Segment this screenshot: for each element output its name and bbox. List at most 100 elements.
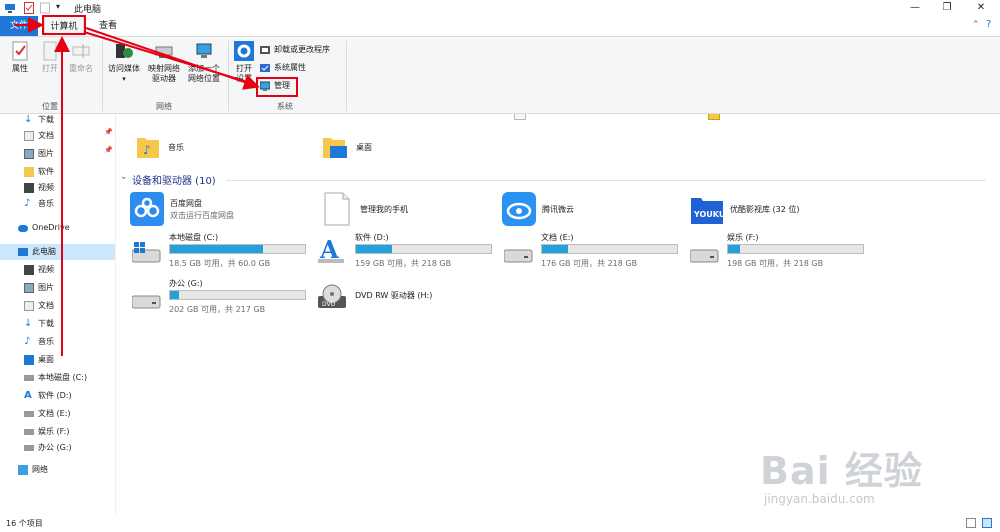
watermark-url: jingyan.baidu.com [764, 492, 875, 506]
section-header-devices: 设备和驱动器 (10) [132, 176, 216, 187]
section-divider [226, 180, 986, 181]
drive-usage-fill [728, 245, 741, 253]
gear-icon [234, 41, 254, 61]
open-label: 打开 [42, 64, 58, 73]
map-network-drive-button[interactable]: 映射网络 驱动器 [144, 41, 184, 84]
network-icon [18, 465, 28, 475]
drive-f[interactable]: 娱乐 (F:) 198 GB 可用，共 218 GB [689, 232, 890, 272]
drive-e[interactable]: 文档 (E:) 176 GB 可用，共 218 GB [503, 232, 704, 272]
desktop-folder-icon [322, 132, 347, 158]
open-button[interactable]: 打开 [38, 41, 62, 74]
location-group-label: 位置 [42, 102, 58, 111]
map-drive-label-line1: 映射网络 [148, 64, 180, 73]
youku-folder-icon: YOUKU [690, 192, 725, 226]
uninstall-label: 卸载或更改程序 [274, 45, 330, 54]
folder-desktop[interactable]: 桌面 [322, 132, 442, 162]
folder-music[interactable]: ♪ 音乐 [136, 132, 256, 162]
media-server-icon [114, 41, 134, 61]
quick-access-dropdown-icon[interactable]: ▾ [56, 2, 64, 14]
drive-g[interactable]: 办公 (G:) 202 GB 可用，共 217 GB [131, 278, 332, 318]
desktop-icon [24, 355, 34, 365]
nav-item-label: 视频 [38, 265, 54, 274]
open-icon [40, 41, 60, 61]
chevron-up-icon[interactable]: ⌃ [972, 20, 980, 30]
drive-label: DVD RW 驱动器 (H:) [355, 291, 433, 300]
folder-icon [24, 167, 34, 177]
properties-icon [10, 41, 30, 61]
help-icon[interactable]: ? [986, 19, 991, 30]
restore-button[interactable]: ❐ [932, 0, 962, 16]
close-button[interactable]: ✕ [966, 0, 996, 16]
app-name: 腾讯微云 [542, 205, 574, 214]
app-manage-phone[interactable]: 管理我的手机 [320, 192, 490, 228]
chevron-down-icon[interactable]: ⌄ [120, 172, 128, 182]
drive-usage-bar [169, 244, 306, 254]
nav-item-label: 图片 [38, 283, 54, 292]
nav-item-this-pc[interactable]: 此电脑 [0, 244, 115, 260]
system-group-label: 系统 [277, 102, 293, 111]
nav-item-label: 软件 [38, 167, 54, 176]
nav-item-label: 此电脑 [32, 247, 56, 256]
drive-icon [24, 375, 34, 381]
open-settings-button[interactable]: 打开 设置 [232, 41, 256, 84]
network-group-label: 网络 [156, 102, 172, 111]
window-title: 此电脑 [74, 5, 102, 15]
music-folder-icon: ♪ [136, 132, 160, 158]
software-drive-icon: A [318, 235, 348, 264]
drive-h[interactable]: DVD DVD RW 驱动器 (H:) [318, 284, 518, 324]
document-icon [24, 301, 34, 311]
download-icon: ↓ [24, 114, 33, 125]
drive-c[interactable]: 本地磁盘 (C:) 18.5 GB 可用，共 60.0 GB [131, 232, 332, 272]
picture-icon [24, 283, 34, 293]
properties-quick-icon[interactable] [24, 2, 34, 14]
drive-usage-bar [355, 244, 492, 254]
add-location-label-line1: 添加一个 [188, 64, 220, 73]
app-tencent-weiyun[interactable]: 腾讯微云 [502, 192, 672, 228]
svg-text:♪: ♪ [143, 143, 151, 157]
group-divider [228, 41, 229, 111]
ribbon: 属性 打开 重命名 位置 访问媒体 ▾ 映射网络 驱动器 添加一个 网络位置 网… [0, 36, 1000, 114]
document-icon [24, 131, 34, 141]
properties-button[interactable]: 属性 [6, 41, 34, 74]
pin-icon[interactable]: 📌 [104, 128, 113, 136]
svg-text:YOUKU: YOUKU [693, 210, 724, 219]
drive-icon [24, 445, 34, 451]
nav-item-label: 文档 (E:) [38, 409, 71, 418]
folder-label: 桌面 [356, 143, 372, 152]
title-bar: ▾ 此电脑 — ❐ ✕ [0, 0, 1000, 16]
app-name: 优酷影视库 (32 位) [730, 205, 800, 214]
nav-item-label: 软件 (D:) [38, 391, 72, 400]
access-media-label: 访问媒体 [108, 64, 140, 73]
rename-button[interactable]: 重命名 [66, 41, 96, 74]
drive-d[interactable]: A 软件 (D:) 159 GB 可用，共 218 GB [318, 232, 518, 272]
highlight-box-computer-tab [42, 15, 86, 35]
pin-icon[interactable]: 📌 [104, 146, 113, 154]
tab-view[interactable]: 查看 [90, 16, 126, 36]
drive-usage-bar [169, 290, 306, 300]
app-baidu-netdisk[interactable]: 百度网盘 双击运行百度网盘 [130, 192, 300, 228]
drive-label: 软件 (D:) [355, 233, 389, 242]
new-folder-quick-icon[interactable] [40, 2, 50, 14]
minimize-button[interactable]: — [900, 0, 930, 16]
app-youku[interactable]: YOUKU 优酷影视库 (32 位) [690, 192, 870, 228]
highlight-box-manage [256, 77, 298, 97]
svg-text:DVD: DVD [322, 301, 336, 308]
rename-label: 重命名 [69, 64, 93, 73]
map-drive-label-line2: 驱动器 [152, 74, 176, 83]
cloud-icon [18, 225, 28, 232]
nav-item-label: OneDrive [32, 223, 70, 232]
uninstall-program-button[interactable]: 卸载或更改程序 [260, 43, 330, 57]
drive-d-icon: A [24, 390, 32, 401]
uninstall-icon [260, 45, 270, 55]
add-network-location-button[interactable]: 添加一个 网络位置 [186, 41, 222, 84]
folder-label: 音乐 [168, 143, 184, 152]
tab-file[interactable]: 文件 [0, 16, 38, 36]
nav-item-label: 视频 [38, 183, 54, 192]
access-media-button[interactable]: 访问媒体 ▾ [106, 41, 142, 84]
system-properties-button[interactable]: 系统属性 [260, 61, 306, 75]
music-icon: ♪ [24, 336, 31, 347]
app-name: 管理我的手机 [360, 205, 408, 214]
video-icon [24, 265, 34, 275]
nav-item-label: 下载 [38, 115, 54, 124]
drive-icon [24, 411, 34, 417]
